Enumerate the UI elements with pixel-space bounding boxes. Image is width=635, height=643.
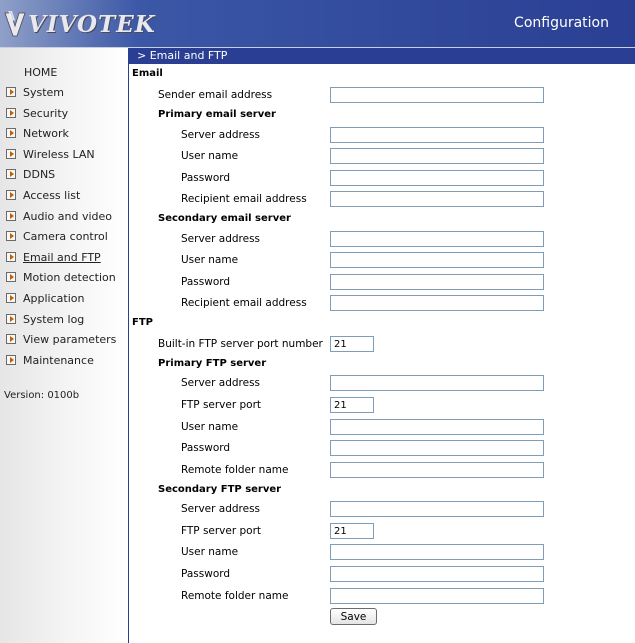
sidebar-item-wireless-lan[interactable]: Wireless LAN (6, 145, 95, 163)
primary-ftp-user-label: User name (181, 421, 239, 433)
sidebar-item-view-parameters[interactable]: View parameters (6, 330, 116, 348)
sidebar-item-label: System log (23, 312, 85, 326)
sidebar-item-system-log[interactable]: System log (6, 310, 84, 328)
version-label: Version: 0100b (4, 390, 80, 401)
secondary-email-user-input[interactable] (330, 252, 544, 268)
sidebar-item-maintenance[interactable]: Maintenance (6, 351, 94, 369)
email-heading: Email (132, 68, 163, 79)
sidebar-item-email-ftp[interactable]: Email and FTP (6, 248, 101, 266)
header-banner: VIVOTEK Configuration (0, 0, 635, 48)
secondary-ftp-user-label: User name (181, 546, 239, 558)
secondary-email-user-label: User name (181, 254, 239, 266)
page-title: Configuration (514, 15, 609, 31)
sidebar-item-label: Security (23, 106, 69, 120)
sender-email-input[interactable] (330, 87, 544, 103)
secondary-ftp-password-label: Password (181, 568, 231, 580)
builtin-ftp-port-label: Built-in FTP server port number (158, 338, 323, 350)
secondary-ftp-folder-label: Remote folder name (181, 590, 289, 602)
ftp-heading: FTP (132, 317, 153, 328)
sidebar-item-label: Application (23, 291, 85, 305)
arrow-right-icon (6, 211, 16, 221)
sidebar-item-network[interactable]: Network (6, 124, 69, 142)
sender-email-label: Sender email address (158, 89, 273, 101)
sidebar-item-label: Maintenance (23, 353, 94, 367)
arrow-right-icon (6, 190, 16, 200)
primary-ftp-server-label: Server address (181, 377, 261, 389)
secondary-email-recipient-label: Recipient email address (181, 297, 307, 309)
secondary-email-password-input[interactable] (330, 274, 544, 290)
primary-ftp-folder-input[interactable] (330, 462, 544, 478)
arrow-right-icon (6, 149, 16, 159)
sidebar-item-label: System (23, 85, 65, 99)
sidebar-item-home[interactable]: HOME (24, 66, 57, 79)
secondary-ftp-port-label: FTP server port (181, 525, 262, 537)
logo-mark-icon (4, 11, 26, 37)
sidebar-item-motion-detection[interactable]: Motion detection (6, 268, 116, 286)
sidebar-item-label: Wireless LAN (23, 147, 95, 161)
sidebar-item-label: Email and FTP (23, 250, 101, 264)
primary-ftp-user-input[interactable] (330, 419, 544, 435)
primary-ftp-folder-label: Remote folder name (181, 464, 289, 476)
sidebar-item-system[interactable]: System (6, 83, 64, 101)
sidebar-item-label: View parameters (23, 332, 117, 346)
sidebar-item-access-list[interactable]: Access list (6, 186, 80, 204)
sidebar-item-security[interactable]: Security (6, 104, 68, 122)
sidebar-item-application[interactable]: Application (6, 289, 84, 307)
primary-ftp-password-input[interactable] (330, 440, 544, 456)
arrow-right-icon (6, 355, 16, 365)
secondary-email-server-label: Server address (181, 233, 261, 245)
primary-ftp-password-label: Password (181, 442, 231, 454)
primary-email-password-input[interactable] (330, 170, 544, 186)
primary-email-user-input[interactable] (330, 148, 544, 164)
arrow-right-icon (6, 231, 16, 241)
sidebar-item-ddns[interactable]: DDNS (6, 165, 55, 183)
primary-email-user-label: User name (181, 150, 239, 162)
primary-ftp-port-label: FTP server port (181, 399, 262, 411)
arrow-right-icon (6, 293, 16, 303)
primary-ftp-server-input[interactable] (330, 375, 544, 391)
sidebar-item-label: Motion detection (23, 270, 116, 284)
arrow-right-icon (6, 272, 16, 282)
sidebar: HOME System Security Network Wireless LA… (0, 48, 129, 643)
primary-email-password-label: Password (181, 172, 231, 184)
arrow-right-icon (6, 169, 16, 179)
primary-email-recipient-label: Recipient email address (181, 193, 307, 205)
sidebar-item-label: Network (23, 126, 69, 140)
secondary-ftp-server-label: Server address (181, 503, 261, 515)
arrow-right-icon (6, 314, 16, 324)
arrow-right-icon (6, 108, 16, 118)
section-title: > Email and FTP (137, 49, 228, 62)
primary-email-server-input[interactable] (330, 127, 544, 143)
sidebar-item-label: Access list (23, 188, 81, 202)
secondary-email-recipient-input[interactable] (330, 295, 544, 311)
primary-email-recipient-input[interactable] (330, 191, 544, 207)
sidebar-item-label: Audio and video (23, 209, 112, 223)
secondary-ftp-user-input[interactable] (330, 544, 544, 560)
sidebar-item-camera-control[interactable]: Camera control (6, 227, 108, 245)
sidebar-item-label: Camera control (23, 229, 108, 243)
primary-ftp-port-input[interactable] (330, 397, 374, 413)
save-button[interactable]: Save (330, 608, 377, 625)
primary-email-heading: Primary email server (158, 109, 276, 120)
arrow-right-icon (6, 128, 16, 138)
secondary-email-password-label: Password (181, 276, 231, 288)
sidebar-item-label: DDNS (23, 167, 56, 181)
secondary-ftp-server-input[interactable] (330, 501, 544, 517)
vivotek-logo: VIVOTEK (4, 8, 156, 40)
primary-ftp-heading: Primary FTP server (158, 358, 267, 369)
secondary-ftp-folder-input[interactable] (330, 588, 544, 604)
sidebar-item-audio-video[interactable]: Audio and video (6, 207, 112, 225)
arrow-right-icon (6, 87, 16, 97)
secondary-email-server-input[interactable] (330, 231, 544, 247)
secondary-ftp-heading: Secondary FTP server (158, 484, 282, 495)
primary-email-server-label: Server address (181, 129, 261, 141)
secondary-ftp-port-input[interactable] (330, 523, 374, 539)
section-title-bar: > Email and FTP (129, 48, 635, 64)
logo-text: VIVOTEK (28, 10, 156, 38)
arrow-right-icon (6, 334, 16, 344)
secondary-ftp-password-input[interactable] (330, 566, 544, 582)
builtin-ftp-port-input[interactable] (330, 336, 374, 352)
secondary-email-heading: Secondary email server (158, 213, 291, 224)
arrow-right-icon (6, 252, 16, 262)
